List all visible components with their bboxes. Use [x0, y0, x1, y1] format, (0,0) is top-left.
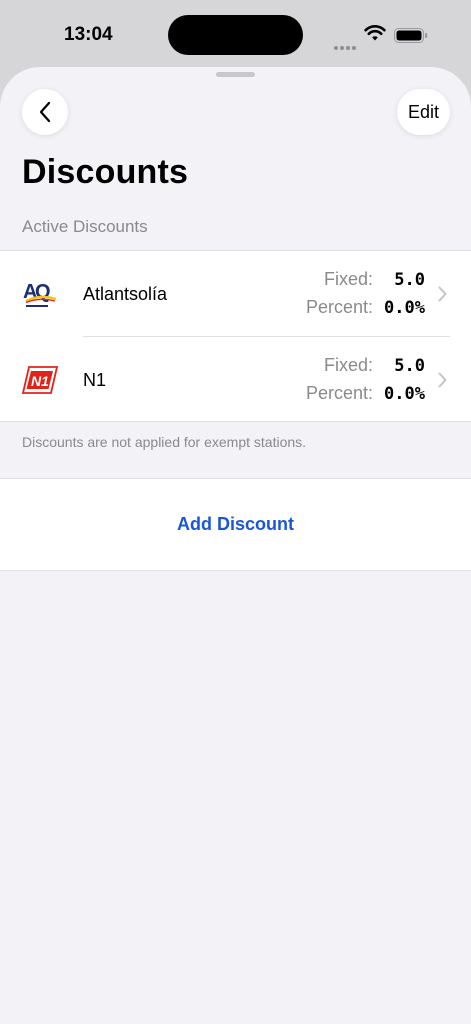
add-discount-button[interactable]: Add Discount — [177, 514, 294, 535]
sheet-grabber[interactable] — [216, 72, 255, 77]
percent-value: 0.0% — [384, 384, 425, 404]
edit-button[interactable]: Edit — [397, 89, 450, 135]
fixed-label: Fixed: — [323, 269, 373, 289]
percent-label: Percent: — [305, 383, 373, 403]
svg-text:N1: N1 — [31, 373, 49, 389]
add-discount-row[interactable]: Add Discount — [0, 478, 471, 571]
fixed-value: 5.0 — [394, 270, 425, 290]
discounts-sheet: Edit Discounts Active Discounts A Q Atla… — [0, 67, 471, 1024]
percent-label: Percent: — [305, 297, 373, 317]
atlantsolia-logo-icon: A Q — [23, 281, 57, 307]
footer-note: Discounts are not applied for exempt sta… — [22, 434, 307, 450]
discount-list: A Q Atlantsolía Fixed: 5.0 Percent: 0.0%… — [0, 250, 471, 422]
status-bar: 13:04 — [0, 0, 471, 68]
discount-name: Atlantsolía — [83, 284, 168, 304]
discount-row-n1[interactable]: N1 N1 Fixed: 5.0 Percent: 0.0% — [0, 337, 471, 423]
back-button[interactable] — [22, 89, 68, 135]
page-title: Discounts — [22, 153, 189, 191]
chevron-left-icon — [39, 101, 51, 123]
dynamic-island — [168, 15, 303, 55]
section-header: Active Discounts — [22, 217, 148, 236]
status-icons — [334, 24, 434, 50]
signal-icon — [334, 37, 358, 55]
chevron-right-icon — [438, 372, 447, 388]
percent-value: 0.0% — [384, 298, 425, 318]
fixed-value: 5.0 — [394, 356, 425, 376]
wifi-icon — [364, 25, 386, 41]
battery-icon — [394, 28, 428, 43]
status-time: 13:04 — [64, 24, 113, 45]
fixed-label: Fixed: — [323, 355, 373, 375]
n1-logo-icon: N1 — [22, 366, 58, 394]
discount-row-atlantsolia[interactable]: A Q Atlantsolía Fixed: 5.0 Percent: 0.0% — [0, 251, 471, 337]
discount-name: N1 — [83, 370, 107, 390]
chevron-right-icon — [438, 286, 447, 302]
